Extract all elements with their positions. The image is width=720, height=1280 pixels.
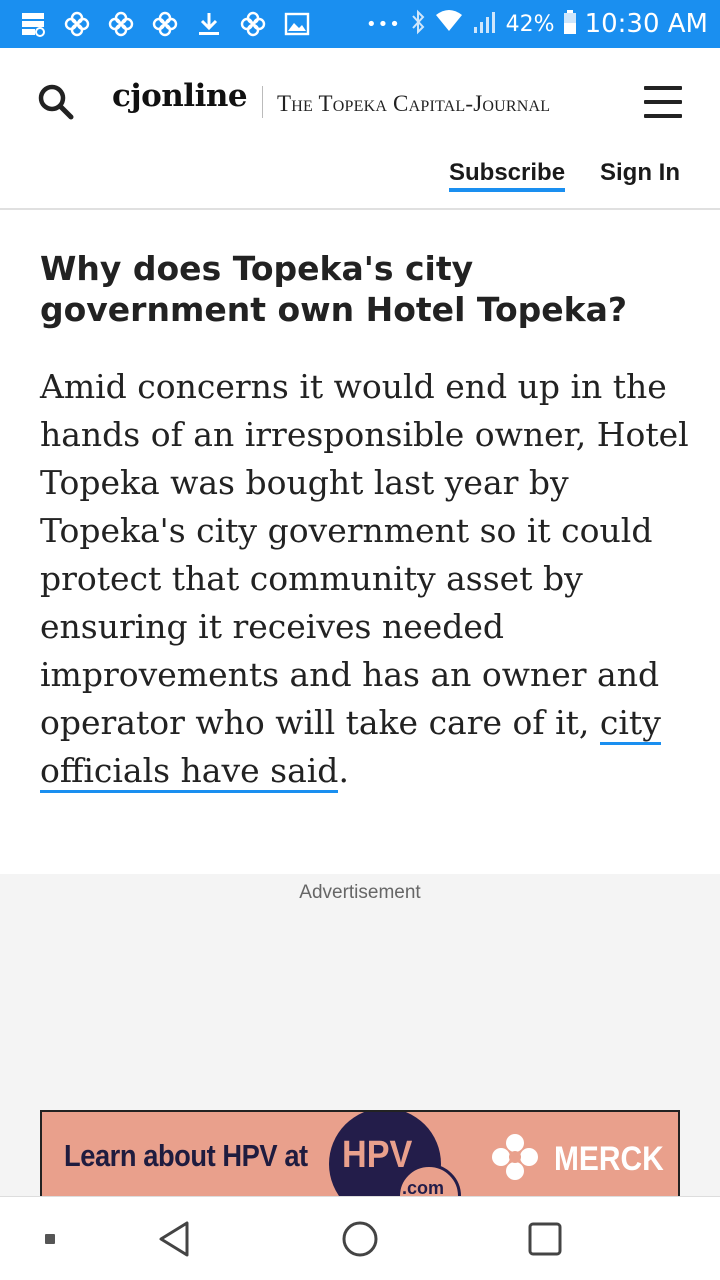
logo-divider: [262, 86, 263, 118]
storage-icon: [18, 9, 48, 39]
paragraph-text: Amid concerns it would end up in the han…: [40, 367, 689, 742]
hpv-com-text: .com: [402, 1178, 445, 1196]
signal-icon: [472, 9, 498, 40]
home-icon[interactable]: [338, 1217, 382, 1261]
sign-in-link[interactable]: Sign In: [600, 159, 680, 187]
ad-banner-text: Learn about HPV at: [64, 1138, 308, 1173]
pinwheel-icon: [62, 9, 92, 39]
wifi-icon: [434, 9, 464, 40]
advertisement-label: Advertisement: [299, 882, 421, 903]
image-icon: [282, 9, 312, 39]
status-bar: ••• 42% 10:30 AM: [0, 0, 720, 48]
merck-logo-icon: [492, 1134, 538, 1180]
pinwheel-icon: [150, 9, 180, 39]
battery-percent: 42%: [505, 11, 555, 37]
article-paragraph: Amid concerns it would end up in the han…: [40, 363, 690, 795]
site-logo[interactable]: cjonline: [112, 78, 248, 114]
site-header: cjonline The Topeka Capital-Journal Subs…: [0, 48, 720, 210]
hamburger-menu-icon[interactable]: [644, 86, 682, 118]
android-nav-bar: [0, 1196, 720, 1280]
merck-brand-text: MERCK: [554, 1140, 664, 1178]
ad-banner[interactable]: Learn about HPV at HPV .com MERCK: [40, 1110, 680, 1196]
search-icon[interactable]: [36, 82, 76, 122]
publication-name[interactable]: The Topeka Capital-Journal: [277, 91, 550, 117]
recents-dot-icon[interactable]: [28, 1217, 72, 1261]
bluetooth-icon: [410, 9, 426, 40]
hpv-logo-text: HPV: [342, 1134, 413, 1176]
overview-icon[interactable]: [523, 1217, 567, 1261]
advertisement-area: Advertisement Learn about HPV at HPV .co…: [0, 874, 720, 1196]
notification-overflow: •••: [366, 13, 401, 35]
article-headline: Why does Topeka's city government own Ho…: [40, 249, 628, 329]
pinwheel-icon: [238, 9, 268, 39]
clock: 10:30 AM: [584, 9, 708, 39]
article: Why does Topeka's city government own Ho…: [40, 248, 690, 795]
download-icon: [194, 9, 224, 39]
battery-icon: [563, 9, 577, 40]
paragraph-end: .: [338, 751, 349, 790]
back-icon[interactable]: [152, 1217, 196, 1261]
pinwheel-icon: [106, 9, 136, 39]
subscribe-link[interactable]: Subscribe: [449, 159, 566, 192]
